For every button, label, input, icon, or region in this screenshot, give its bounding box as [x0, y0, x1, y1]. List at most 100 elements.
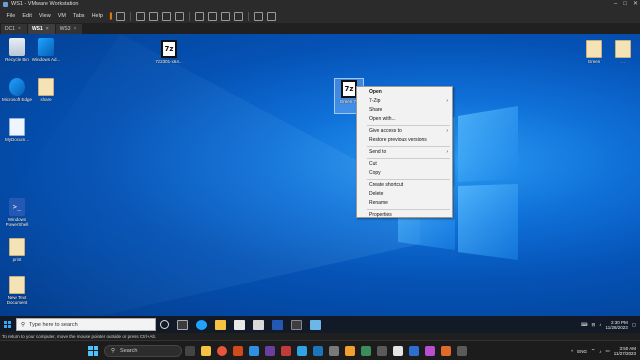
word-icon[interactable]: [249, 345, 259, 356]
stretch-guest-icon[interactable]: [267, 11, 277, 21]
app-icon[interactable]: [345, 345, 355, 356]
volume-icon[interactable]: ♪: [599, 322, 601, 327]
file-explorer-icon[interactable]: [215, 319, 226, 330]
unity-icon[interactable]: [234, 11, 244, 21]
mail-icon[interactable]: [253, 319, 264, 330]
revert-snapshot-icon[interactable]: [162, 11, 172, 21]
menu-rename[interactable]: Rename: [357, 199, 452, 208]
guest-clock[interactable]: 2:30 PM 11/28/2023: [606, 320, 628, 330]
snapshot-manager-icon[interactable]: [175, 11, 185, 21]
menu-tabs[interactable]: Tabs: [69, 13, 88, 19]
powershell-icon[interactable]: [272, 319, 283, 330]
task-view-icon[interactable]: [177, 319, 188, 330]
vscode-icon[interactable]: [297, 345, 307, 356]
app-icon[interactable]: [393, 345, 403, 356]
menu-copy[interactable]: Copy: [357, 169, 452, 178]
desktop-icon-green-file[interactable]: ...: [606, 40, 640, 64]
close-button[interactable]: ✕: [633, 0, 638, 9]
host-start-button[interactable]: [88, 345, 98, 356]
thumbnail-icon[interactable]: [208, 11, 218, 21]
window-controls: – □ ✕: [614, 0, 638, 9]
host-language[interactable]: ENG: [577, 349, 587, 354]
chevron-up-icon[interactable]: ^: [571, 349, 573, 354]
remote-desktop-icon[interactable]: [310, 319, 321, 330]
maximize-button[interactable]: □: [623, 0, 627, 9]
desktop-icon-mydocs[interactable]: MyDocum...: [0, 118, 34, 142]
search-icon: ⚲: [111, 347, 116, 354]
menu-label: Properties: [369, 212, 392, 218]
edge-icon[interactable]: [196, 319, 207, 330]
menu-open[interactable]: Open: [357, 88, 452, 97]
icon-label: share: [40, 97, 52, 102]
keyboard-icon[interactable]: ⌨: [581, 322, 588, 328]
guest-search-box[interactable]: ⚲ Type here to search: [16, 318, 156, 331]
pause-vm-icon[interactable]: ||: [109, 13, 112, 20]
tab-label: WS3: [59, 26, 71, 32]
menu-restore-versions[interactable]: Restore previous versions: [357, 136, 452, 145]
app-icon[interactable]: [425, 345, 435, 356]
battery-icon[interactable]: ▭: [606, 348, 610, 354]
host-clock[interactable]: 3:50 AM 11/27/2023: [614, 346, 636, 356]
app-icon[interactable]: [409, 345, 419, 356]
tab-ws1[interactable]: WS1 ×: [27, 24, 55, 34]
close-icon[interactable]: ×: [18, 24, 21, 34]
desktop-icon-windows-admin[interactable]: Windows Ad...: [29, 38, 63, 62]
minimize-button[interactable]: –: [614, 0, 617, 9]
menu-label: Delete: [369, 191, 384, 197]
console-icon[interactable]: [254, 11, 264, 21]
close-icon[interactable]: ×: [46, 24, 49, 34]
server-manager-icon[interactable]: [291, 319, 302, 330]
fullscreen-icon[interactable]: [221, 11, 231, 21]
menu-give-access[interactable]: Give access to ›: [357, 127, 452, 136]
network-icon[interactable]: ⊟: [592, 322, 596, 328]
menu-share[interactable]: Share: [357, 106, 452, 115]
desktop-icon-powershell[interactable]: >_ Windows PowerShell: [0, 198, 34, 227]
power-dropdown-icon[interactable]: [116, 11, 126, 21]
admin-center-icon: [38, 38, 54, 56]
acrobat-icon[interactable]: [281, 345, 291, 356]
guest-desktop[interactable]: Recycle Bin Windows Ad... Microsoft Edge…: [0, 34, 640, 316]
close-icon[interactable]: ×: [74, 24, 77, 34]
host-search-box[interactable]: ⚲ Search: [104, 344, 182, 357]
cortana-icon[interactable]: [160, 320, 169, 329]
snapshot-icon[interactable]: [149, 11, 159, 21]
onenote-icon[interactable]: [265, 345, 275, 356]
notifications-icon[interactable]: ▢: [632, 322, 636, 328]
send-ctrl-alt-del-icon[interactable]: [136, 11, 146, 21]
vmware-icon[interactable]: [329, 345, 339, 356]
menu-7zip[interactable]: 7-Zip ›: [357, 97, 452, 106]
menu-cut[interactable]: Cut: [357, 160, 452, 169]
store-icon[interactable]: [234, 319, 245, 330]
app-icon[interactable]: [361, 345, 371, 356]
desktop-icon-new-text-document[interactable]: New Text Document: [0, 276, 34, 305]
tab-ws3[interactable]: WS3 ×: [55, 24, 83, 34]
menu-open-with[interactable]: Open with...: [357, 115, 452, 124]
file-icon: [9, 238, 25, 256]
firefox-icon[interactable]: [217, 345, 227, 356]
desktop-icon-share[interactable]: share: [29, 78, 63, 102]
guest-start-button[interactable]: [0, 316, 14, 333]
library-icon[interactable]: [195, 11, 205, 21]
chevron-right-icon: ›: [446, 149, 448, 155]
office-icon[interactable]: [233, 345, 243, 356]
menu-create-shortcut[interactable]: Create shortcut: [357, 181, 452, 190]
menu-file[interactable]: File: [3, 13, 19, 19]
wifi-icon[interactable]: ⌔: [591, 348, 595, 354]
menu-vm[interactable]: VM: [54, 13, 69, 19]
menu-send-to[interactable]: Send to ›: [357, 148, 452, 157]
app-icon[interactable]: [377, 345, 387, 356]
file-explorer-icon[interactable]: [201, 345, 211, 356]
tab-dc1[interactable]: DC1 ×: [1, 24, 27, 34]
volume-icon[interactable]: ♪: [599, 349, 601, 354]
menu-properties[interactable]: Properties: [357, 211, 452, 220]
app-icon[interactable]: [313, 345, 323, 356]
menu-view[interactable]: View: [35, 13, 54, 19]
app-icon[interactable]: [457, 345, 467, 356]
app-icon[interactable]: [441, 345, 451, 356]
menu-edit[interactable]: Edit: [19, 13, 35, 19]
task-view-icon[interactable]: [185, 345, 195, 356]
desktop-icon-print[interactable]: print: [0, 238, 34, 262]
desktop-icon-7zip-installer[interactable]: 7z 7z2301-x64...: [150, 40, 188, 64]
menu-help[interactable]: Help: [88, 13, 106, 19]
menu-delete[interactable]: Delete: [357, 190, 452, 199]
